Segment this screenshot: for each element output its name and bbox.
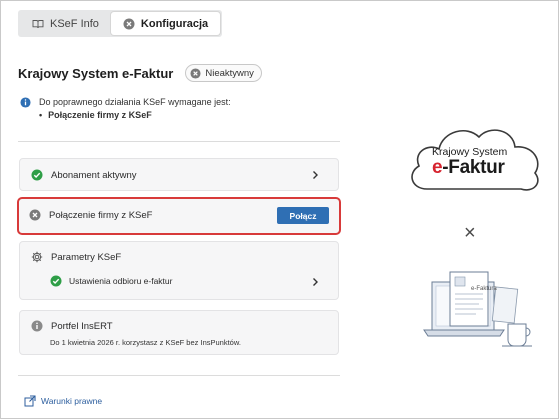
close-circle-icon bbox=[29, 209, 41, 221]
logo-line2: e-Faktur bbox=[432, 157, 505, 179]
portfel-label: Portfel InsERT bbox=[51, 320, 113, 332]
receipt-settings-row[interactable]: Ustawienia odbioru e-faktur bbox=[50, 275, 172, 287]
close-circle-icon bbox=[190, 67, 201, 79]
status-badge: Nieaktywny bbox=[185, 64, 262, 82]
check-circle-icon bbox=[50, 275, 62, 287]
receipt-settings-label: Ustawienia odbioru e-faktur bbox=[69, 276, 173, 286]
tab-bar: KSeF Info Konfiguracja bbox=[18, 10, 223, 37]
info-notice: Do poprawnego działania KSeF wymagane je… bbox=[20, 96, 231, 122]
tab-konfiguracja[interactable]: Konfiguracja bbox=[110, 12, 221, 35]
close-circle-icon bbox=[123, 18, 135, 30]
chevron-right-icon[interactable] bbox=[310, 170, 320, 180]
check-circle-icon bbox=[31, 169, 43, 181]
times-icon: × bbox=[464, 222, 476, 244]
status-label: Nieaktywny bbox=[205, 67, 254, 79]
portfel-card: Portfel InsERT Do 1 kwietnia 2026 r. kor… bbox=[19, 310, 339, 355]
info-icon bbox=[20, 97, 31, 108]
page-title: Krajowy System e-Faktur bbox=[18, 65, 174, 81]
laptop-document-illustration bbox=[423, 271, 532, 347]
connection-card: Połączenie firmy z KSeF Połącz bbox=[17, 197, 341, 235]
tab-label: KSeF Info bbox=[50, 17, 99, 30]
tab-label: Konfiguracja bbox=[140, 17, 209, 30]
logo-e: e bbox=[432, 157, 443, 178]
requirement-item: Połączenie firmy z KSeF bbox=[48, 110, 152, 120]
divider bbox=[18, 141, 340, 142]
book-icon bbox=[32, 18, 44, 30]
info-text: Do poprawnego działania KSeF wymagane je… bbox=[39, 97, 231, 107]
connect-button[interactable]: Połącz bbox=[277, 207, 329, 224]
params-label: Parametry KSeF bbox=[51, 251, 122, 263]
portfel-text: Do 1 kwietnia 2026 r. korzystasz z KSeF … bbox=[50, 338, 241, 347]
bullet: • bbox=[39, 110, 43, 120]
divider bbox=[18, 375, 340, 376]
info-icon bbox=[31, 320, 43, 332]
title-row: Krajowy System e-Faktur Nieaktywny bbox=[18, 64, 262, 82]
params-card: Parametry KSeF Ustawienia odbioru e-fakt… bbox=[19, 241, 339, 300]
logo-rest: -Faktur bbox=[442, 157, 505, 178]
terms-label: Warunki prawne bbox=[41, 396, 103, 406]
connection-label: Połączenie firmy z KSeF bbox=[49, 209, 153, 221]
terms-link[interactable]: Warunki prawne bbox=[24, 395, 102, 407]
gear-icon bbox=[31, 251, 43, 263]
subscription-label: Abonament aktywny bbox=[51, 169, 137, 181]
tab-ksef-info[interactable]: KSeF Info bbox=[20, 12, 111, 35]
external-link-icon bbox=[24, 395, 36, 407]
document-label: e-Faktura bbox=[471, 286, 497, 292]
subscription-card[interactable]: Abonament aktywny bbox=[19, 158, 339, 191]
chevron-right-icon[interactable] bbox=[310, 277, 320, 287]
